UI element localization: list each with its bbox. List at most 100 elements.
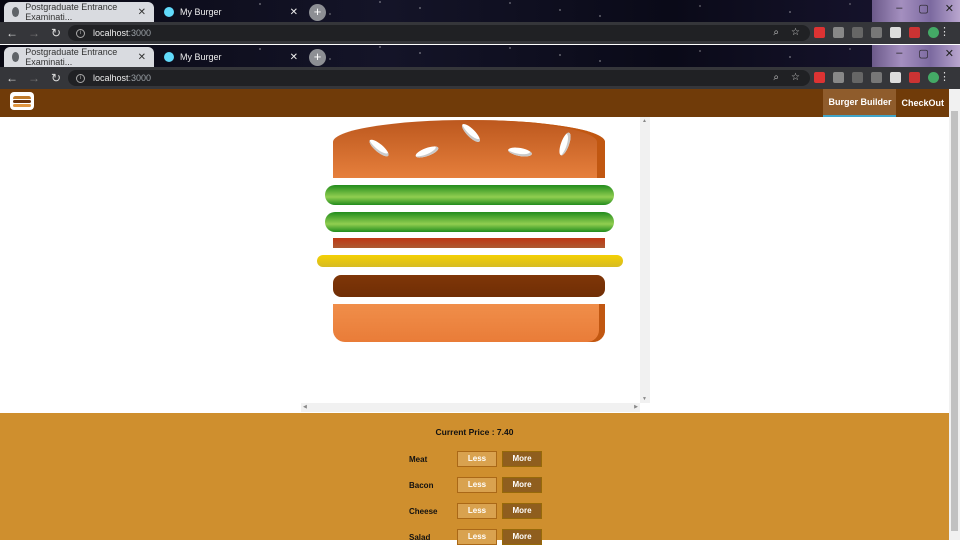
control-row-salad: Salad Less More <box>409 529 549 545</box>
extension-icon[interactable] <box>852 72 863 83</box>
current-price: Current Price : 7.40 <box>435 427 514 437</box>
scroll-right-icon[interactable]: ▶ <box>634 404 638 410</box>
profile-avatar[interactable] <box>928 27 939 38</box>
control-label: Bacon <box>409 480 434 490</box>
tab-postgraduate[interactable]: Postgraduate Entrance Examinati... ✕ <box>4 2 154 22</box>
url-port: :3000 <box>128 28 152 38</box>
info-icon[interactable]: i <box>76 73 85 83</box>
control-row-cheese: Cheese Less More <box>409 503 549 519</box>
react-icon <box>164 52 174 62</box>
extension-icon[interactable] <box>833 27 844 38</box>
tab-title: My Burger <box>180 52 222 62</box>
control-row-meat: Meat Less More <box>409 451 549 467</box>
extension-icon[interactable] <box>909 72 920 83</box>
reload-button[interactable]: ↻ <box>46 71 66 85</box>
zoom-icon[interactable]: ⌕ <box>773 25 779 41</box>
browser-toolbar: ← → ↻ i localhost:3000 ⌕ ☆ ⋮ <box>0 22 960 44</box>
seed <box>414 144 440 160</box>
close-tab-icon[interactable]: ✕ <box>290 52 298 63</box>
minimize-button[interactable]: – <box>896 47 902 60</box>
bookmark-star-icon[interactable]: ☆ <box>791 25 800 41</box>
browser-menu-icon[interactable]: ⋮ <box>939 25 950 38</box>
react-icon <box>164 7 174 17</box>
close-window-button[interactable]: ✕ <box>945 47 954 60</box>
extension-icon[interactable] <box>871 72 882 83</box>
globe-icon <box>12 7 20 17</box>
back-button[interactable]: ← <box>2 26 22 40</box>
bread-top <box>333 120 605 178</box>
extension-icon[interactable] <box>871 27 882 38</box>
extension-icon[interactable] <box>890 27 901 38</box>
extension-icon[interactable] <box>814 27 825 38</box>
more-cheese-button[interactable]: More <box>502 503 542 519</box>
control-label: Cheese <box>409 506 438 516</box>
nav-burger-builder[interactable]: Burger Builder <box>823 89 897 117</box>
build-controls: Current Price : 7.40 Meat Less More Baco… <box>0 413 949 545</box>
back-button[interactable]: ← <box>2 71 22 85</box>
tab-my-burger[interactable]: My Burger ✕ <box>156 2 306 22</box>
new-tab-button[interactable]: + <box>309 4 326 21</box>
tab-title: Postgraduate Entrance Examinati... <box>25 2 118 22</box>
maximize-button[interactable]: ▢ <box>918 2 928 15</box>
tab-postgraduate[interactable]: Postgraduate Entrance Examinati... ✕ <box>4 47 154 67</box>
burger-horizontal-scrollbar[interactable]: ◀ ▶ <box>301 403 640 412</box>
control-row-bacon: Bacon Less More <box>409 477 549 493</box>
seed <box>507 145 533 159</box>
close-tab-icon[interactable]: ✕ <box>138 7 146 18</box>
browser-menu-icon[interactable]: ⋮ <box>939 70 950 83</box>
tab-my-burger[interactable]: My Burger ✕ <box>156 47 306 67</box>
extensions-area <box>814 72 939 83</box>
scroll-down-icon[interactable]: ▼ <box>642 396 647 402</box>
browser-toolbar: ← → ↻ i localhost:3000 ⌕ ☆ ⋮ <box>0 67 960 89</box>
forward-button[interactable]: → <box>24 71 44 85</box>
close-window-button[interactable]: ✕ <box>945 2 954 15</box>
less-bacon-button[interactable]: Less <box>457 477 497 493</box>
new-tab-button[interactable]: + <box>309 49 326 66</box>
burger-vertical-scrollbar[interactable]: ▲ ▼ <box>640 117 650 403</box>
ingredient-salad <box>325 185 614 205</box>
seed <box>367 137 391 159</box>
extension-icon[interactable] <box>909 27 920 38</box>
more-salad-button[interactable]: More <box>502 529 542 545</box>
nav-checkout[interactable]: CheckOut <box>896 89 949 117</box>
ingredient-cheese <box>317 255 623 267</box>
zoom-icon[interactable]: ⌕ <box>773 70 779 86</box>
ingredient-salad <box>325 212 614 232</box>
forward-button[interactable]: → <box>24 26 44 40</box>
scroll-up-icon[interactable]: ▲ <box>642 118 647 124</box>
less-meat-button[interactable]: Less <box>457 451 497 467</box>
browser-window-1: – ▢ ✕ Postgraduate Entrance Examinati...… <box>0 0 960 44</box>
extension-icon[interactable] <box>890 72 901 83</box>
extension-icon[interactable] <box>852 27 863 38</box>
maximize-button[interactable]: ▢ <box>918 47 928 60</box>
url-host: localhost <box>93 28 129 38</box>
info-icon[interactable]: i <box>76 28 85 38</box>
tab-title: My Burger <box>180 7 222 17</box>
less-salad-button[interactable]: Less <box>457 529 497 545</box>
ingredient-meat <box>333 275 605 297</box>
window-controls-area: – ▢ ✕ <box>872 0 960 22</box>
minimize-button[interactable]: – <box>896 2 902 15</box>
scroll-left-icon[interactable]: ◀ <box>303 404 307 410</box>
seed <box>459 121 483 145</box>
profile-avatar[interactable] <box>928 72 939 83</box>
page-scrollbar[interactable] <box>949 89 960 540</box>
seed <box>557 131 573 157</box>
bookmark-star-icon[interactable]: ☆ <box>791 70 800 86</box>
extension-icon[interactable] <box>814 72 825 83</box>
window-controls-area: – ▢ ✕ <box>872 45 960 67</box>
address-bar[interactable]: i localhost:3000 ⌕ ☆ <box>68 70 810 86</box>
address-bar[interactable]: i localhost:3000 ⌕ ☆ <box>68 25 810 41</box>
app-toolbar: Burger Builder CheckOut <box>0 89 949 117</box>
burger-logo-icon[interactable] <box>10 92 34 110</box>
less-cheese-button[interactable]: Less <box>457 503 497 519</box>
control-label: Meat <box>409 454 428 464</box>
close-tab-icon[interactable]: ✕ <box>138 52 146 63</box>
reload-button[interactable]: ↻ <box>46 26 66 40</box>
more-bacon-button[interactable]: More <box>502 477 542 493</box>
more-meat-button[interactable]: More <box>502 451 542 467</box>
extension-icon[interactable] <box>833 72 844 83</box>
globe-icon <box>12 52 20 62</box>
scrollbar-thumb[interactable] <box>951 111 958 531</box>
close-tab-icon[interactable]: ✕ <box>290 7 298 18</box>
